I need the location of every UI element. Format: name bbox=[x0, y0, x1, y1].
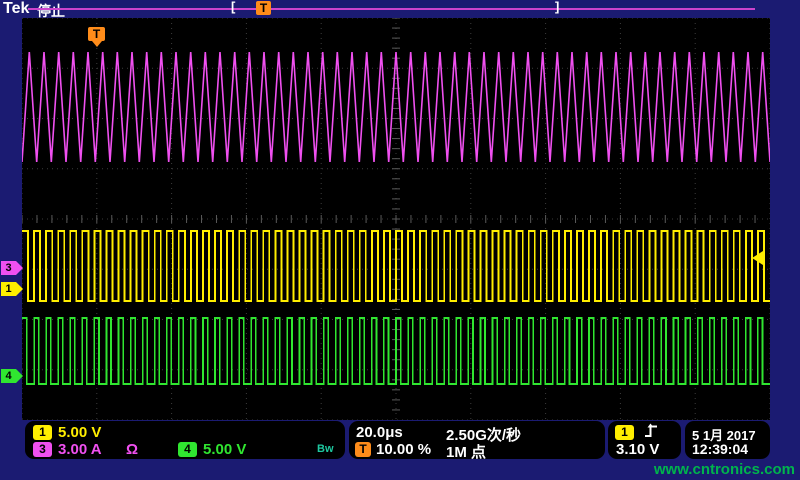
datetime-box: 5 1月 2017 12:39:04 bbox=[685, 421, 770, 459]
trigger-position-marker: T bbox=[88, 27, 105, 41]
ch3-coupling: Ω bbox=[126, 441, 138, 458]
ch3-scale: 3.00 A bbox=[58, 441, 102, 458]
trigger-position-percent: 10.00 % bbox=[376, 441, 431, 458]
watermark: www.cntronics.com bbox=[654, 461, 795, 478]
ch4-badge: 4 bbox=[178, 442, 197, 457]
window-bracket-right: ] bbox=[555, 0, 559, 14]
waveform-ch1-voltage bbox=[22, 231, 770, 301]
trigger-source-badge: 1 bbox=[615, 425, 634, 440]
trigger-position-badge-top: T bbox=[256, 1, 271, 15]
ch4-bandwidth-indicator: Bw bbox=[317, 443, 334, 455]
timebase-scale: 20.0μs bbox=[356, 424, 403, 441]
ch1-ground-marker: 1 bbox=[1, 282, 16, 296]
graticule-area bbox=[22, 18, 770, 420]
ch3-badge: 3 bbox=[33, 442, 52, 457]
trigger-pos-badge: T bbox=[355, 442, 371, 457]
ch3-marker-label: 3 bbox=[1, 261, 16, 275]
record-view-line bbox=[28, 8, 755, 10]
trigger-level: 3.10 V bbox=[616, 441, 659, 458]
trigger-readout-box: 1 3.10 V bbox=[608, 421, 681, 459]
ch1-badge: 1 bbox=[33, 425, 52, 440]
ch3-ground-marker: 3 bbox=[1, 261, 16, 275]
ch4-ground-marker: 4 bbox=[1, 369, 16, 383]
window-bracket-left: [ bbox=[231, 0, 235, 14]
record-length: 1M 点 bbox=[446, 441, 486, 462]
ch4-marker-label: 4 bbox=[1, 369, 16, 383]
waveform-display bbox=[22, 18, 770, 420]
horizontal-readout-box: 20.0μs 2.50G次/秒 T 10.00 % 1M 点 bbox=[349, 421, 605, 459]
brand-logo: Tek bbox=[3, 0, 29, 18]
trigger-position-arrow-icon bbox=[92, 41, 102, 47]
trigger-level-marker bbox=[752, 251, 763, 265]
waveform-ch4-voltage bbox=[22, 318, 770, 384]
ch1-marker-label: 1 bbox=[1, 282, 16, 296]
ch4-scale: 5.00 V bbox=[203, 441, 246, 458]
channel-readout-box: 1 5.00 V 3 3.00 A Ω 4 5.00 V Bw bbox=[25, 421, 345, 459]
oscilloscope-screen: Tek 停止 [ ] T T 3 1 4 1 5.00 V 3 3.00 A Ω… bbox=[0, 0, 800, 480]
ch1-scale: 5.00 V bbox=[58, 424, 101, 441]
time-display: 12:39:04 bbox=[692, 441, 748, 457]
